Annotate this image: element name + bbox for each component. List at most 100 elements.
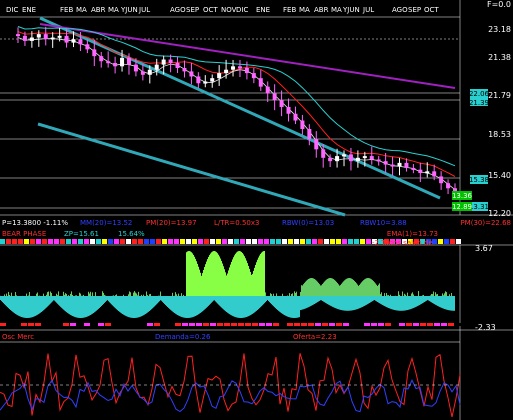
candle-body[interactable] xyxy=(300,120,305,129)
volume-bar-negative xyxy=(269,296,270,303)
candle-body[interactable] xyxy=(355,157,360,162)
volume-bar-negative xyxy=(329,296,330,306)
volume-bar-negative xyxy=(355,296,356,310)
candle-body[interactable] xyxy=(210,78,215,82)
candle-body[interactable] xyxy=(411,167,416,170)
volume-bar-negative xyxy=(208,296,209,306)
volume-bar-negative xyxy=(308,296,309,308)
candle-body[interactable] xyxy=(383,161,388,165)
candle-body[interactable] xyxy=(29,37,34,41)
volume-bar-negative xyxy=(339,296,340,310)
signal-segment xyxy=(282,239,287,244)
candle-body[interactable] xyxy=(286,106,291,114)
candle-body[interactable] xyxy=(43,34,48,40)
volume-bar-negative xyxy=(77,296,78,318)
volume-bar-positive xyxy=(224,269,225,296)
candle-body[interactable] xyxy=(175,62,180,69)
candle-body[interactable] xyxy=(279,100,284,107)
volume-bar-negative xyxy=(66,296,67,313)
candle-body[interactable] xyxy=(113,62,118,67)
candle-body[interactable] xyxy=(36,34,41,38)
candle-body[interactable] xyxy=(120,57,125,67)
candle-body[interactable] xyxy=(71,39,76,43)
candle-body[interactable] xyxy=(348,154,353,162)
candle-body[interactable] xyxy=(57,35,62,38)
candle-body[interactable] xyxy=(265,86,270,94)
volume-bar-negative xyxy=(150,296,151,311)
candle-body[interactable] xyxy=(126,57,131,65)
candle-body[interactable] xyxy=(147,69,152,75)
volume-bar-negative xyxy=(75,296,76,318)
candle-body[interactable] xyxy=(140,71,145,75)
candle-body[interactable] xyxy=(335,156,340,162)
candle-body[interactable] xyxy=(244,68,249,74)
volume-bar-negative xyxy=(258,296,259,310)
info-price: P=13.3800 -1.11% xyxy=(2,219,68,227)
volume-bar-negative xyxy=(338,296,339,310)
candle-body[interactable] xyxy=(307,128,312,140)
candle-body[interactable] xyxy=(369,156,374,160)
volume-bar-negative xyxy=(425,296,426,302)
candle-body[interactable] xyxy=(446,183,451,189)
candle-body[interactable] xyxy=(404,162,409,168)
candle-body[interactable] xyxy=(397,162,402,167)
candle-body[interactable] xyxy=(50,37,55,40)
candle-body[interactable] xyxy=(328,157,333,162)
technical-chart[interactable]: DIC ENE FEB MA ABR MA YJUN JUL AGO SEP OCT NOV DIC EN… xyxy=(0,0,513,420)
candle-body[interactable] xyxy=(258,78,263,87)
candle-body[interactable] xyxy=(314,139,319,150)
candle-body[interactable] xyxy=(168,59,173,63)
volume-bar-negative xyxy=(53,296,54,301)
candle-body[interactable] xyxy=(439,176,444,184)
candle-body[interactable] xyxy=(272,93,277,101)
volume-bar-negative xyxy=(127,296,128,317)
candle-body[interactable] xyxy=(106,61,111,64)
marker-text-3: 15.38 xyxy=(469,176,489,184)
candle-body[interactable] xyxy=(342,154,347,157)
volume-bar-negative xyxy=(102,296,103,306)
volume-bar-negative xyxy=(171,296,172,311)
candle-body[interactable] xyxy=(99,56,104,62)
candle-body[interactable] xyxy=(425,171,430,174)
volume-bar-negative xyxy=(248,296,249,317)
candle-body[interactable] xyxy=(376,159,381,162)
candle-body[interactable] xyxy=(293,113,298,121)
candle-body[interactable] xyxy=(231,66,236,70)
candle-body[interactable] xyxy=(432,171,437,177)
candle-body[interactable] xyxy=(321,149,326,158)
candle-body[interactable] xyxy=(161,59,166,65)
volume-bar-negative xyxy=(332,296,333,307)
volume-bar-negative xyxy=(205,296,206,309)
candle-body[interactable] xyxy=(362,156,367,159)
candle-body[interactable] xyxy=(92,49,97,57)
candle-body[interactable] xyxy=(217,73,222,79)
volume-bar-negative xyxy=(293,296,294,318)
candle-body[interactable] xyxy=(196,76,201,84)
candle-body[interactable] xyxy=(22,35,27,41)
candle-body[interactable] xyxy=(133,64,138,72)
volume-bar-negative xyxy=(440,296,441,308)
volume-bar-negative xyxy=(250,296,251,316)
volume-bar-negative xyxy=(286,296,287,317)
candle-body[interactable] xyxy=(237,66,242,69)
volume-bar-negative xyxy=(347,296,348,311)
volume-bar-positive xyxy=(316,280,317,296)
candle-body[interactable] xyxy=(224,69,229,74)
candle-body[interactable] xyxy=(251,73,256,79)
candle-body[interactable] xyxy=(203,81,208,84)
month-label: MA xyxy=(76,6,87,14)
volume-bar-negative xyxy=(330,296,331,306)
candle-body[interactable] xyxy=(85,44,90,50)
volume-bar-negative xyxy=(281,296,282,314)
candle-body[interactable] xyxy=(154,64,159,70)
volume-strip-segment xyxy=(112,323,118,326)
candle-body[interactable] xyxy=(64,35,69,43)
volume-bar-negative xyxy=(320,296,321,301)
candle-body[interactable] xyxy=(182,68,187,72)
candle-body[interactable] xyxy=(78,39,83,45)
candle-body[interactable] xyxy=(418,169,423,174)
candle-body[interactable] xyxy=(16,34,20,37)
candle-body[interactable] xyxy=(189,71,194,77)
volume-bar-negative xyxy=(14,296,15,314)
candle-body[interactable] xyxy=(390,164,395,167)
